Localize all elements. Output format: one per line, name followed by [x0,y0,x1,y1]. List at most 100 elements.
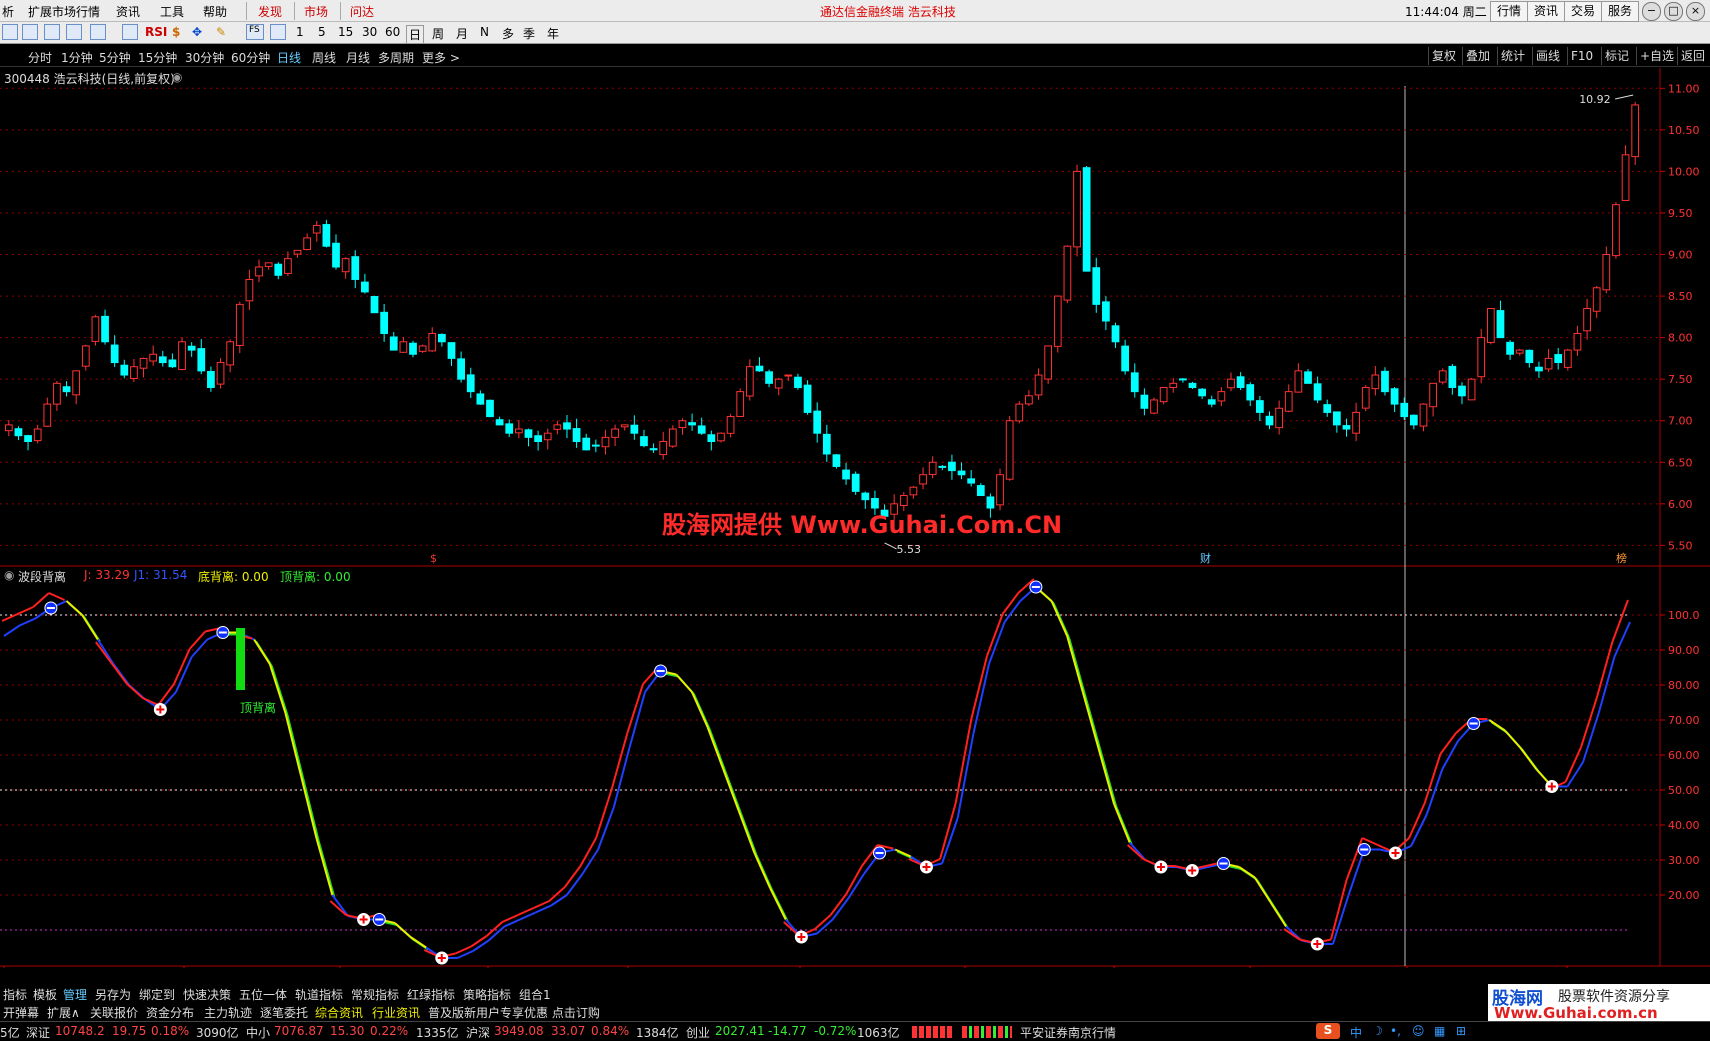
smile-icon[interactable]: ☺ [1412,1024,1425,1038]
related-quote[interactable]: 关联报价 [90,1004,138,1021]
danmaku-toggle[interactable]: 开弹幕 [3,1004,39,1021]
period-60[interactable]: 60 [385,25,400,39]
func-tab-five-in-one[interactable]: 五位一体 [239,986,287,1003]
indicator-dropdown-icon[interactable]: ◉ [4,568,14,582]
menu-item-analysis[interactable]: 析 [2,3,14,20]
industry-news[interactable]: 行业资讯 [372,1004,420,1021]
period-tab-more[interactable]: 更多 > [422,49,460,66]
func-tab-quick-decision[interactable]: 快速决策 [183,986,231,1003]
func-tab-common[interactable]: 常规指标 [351,986,399,1003]
period-day[interactable]: 日 [406,25,425,44]
period-tab-60min[interactable]: 60分钟 [231,49,270,66]
main-force-track[interactable]: 主力轨迹 [204,1004,252,1021]
rsi-button[interactable]: RSI [145,25,167,39]
period-tab-timeshare[interactable]: 分时 [28,49,52,66]
moon-icon[interactable]: ☽ [1372,1024,1383,1038]
cy-name[interactable]: 创业 [686,1024,710,1041]
quote-button[interactable]: 行情 [1490,1,1529,22]
func-tab-combo[interactable]: 组合1 [519,986,551,1003]
period-year[interactable]: 年 [547,25,559,42]
menu-item-tools[interactable]: 工具 [160,3,184,20]
dropdown-icon[interactable]: ◉ [172,70,182,84]
general-news[interactable]: 综合资讯 [315,1004,363,1021]
service-button[interactable]: 服务 [1601,1,1640,22]
period-tab-1min[interactable]: 1分钟 [61,49,93,66]
func-tab-track[interactable]: 轨道指标 [295,986,343,1003]
nav-market[interactable]: 市场 [304,3,328,20]
func-tab-manage[interactable]: 管理 [63,986,87,1003]
brand-banner[interactable]: 股海网 股票软件资源分享 Www.Guhai.com.cn [1488,984,1710,1024]
grid-menu-icon[interactable]: ⊞ [1456,1024,1466,1038]
trade-button[interactable]: 交易 [1564,1,1603,22]
indicator-name[interactable]: 波段背离 [18,568,66,585]
punct-icon[interactable]: •, [1390,1024,1401,1038]
circle-icon[interactable] [90,24,106,40]
tick-orders[interactable]: 逐笔委托 [260,1004,308,1021]
period-5[interactable]: 5 [318,25,326,39]
sz-name[interactable]: 深证 [26,1024,50,1041]
menu-item-news[interactable]: 资讯 [116,3,140,20]
func-tab-template[interactable]: 模板 [33,986,57,1003]
adjust-button[interactable]: 复权 [1428,47,1459,65]
hs-name[interactable]: 沪深 [466,1024,490,1041]
period-n[interactable]: N [480,25,489,39]
chart-icon[interactable] [122,24,138,40]
func-tab-bind[interactable]: 绑定到 [139,986,175,1003]
stats-button[interactable]: 统计 [1497,47,1528,65]
menu-item-help[interactable]: 帮助 [203,3,227,20]
period-week[interactable]: 周 [432,25,444,42]
period-tab-5min[interactable]: 5分钟 [99,49,131,66]
pencil-icon[interactable]: ✎ [216,25,226,39]
period-30[interactable]: 30 [362,25,377,39]
period-quarter[interactable]: 季 [523,25,535,42]
report-icon[interactable] [22,24,38,40]
period-tab-15min[interactable]: 15分钟 [138,49,177,66]
back-button[interactable]: 返回 [1677,47,1708,65]
add-watchlist-button[interactable]: +自选 [1636,47,1677,65]
grid-icon[interactable] [2,24,18,40]
period-tab-day[interactable]: 日线 [277,49,301,66]
overlay-button[interactable]: 叠加 [1462,47,1493,65]
func-tab-saveas[interactable]: 另存为 [95,986,131,1003]
sogou-ime-icon[interactable]: S [1316,1023,1340,1039]
promo-link[interactable]: 普及版新用户专享优惠 点击订购 [428,1004,600,1021]
menu-item-extended-market[interactable]: 扩展市场行情 [28,3,100,20]
func-tab-strategy[interactable]: 策略指标 [463,986,511,1003]
period-1[interactable]: 1 [296,25,304,39]
ime-mode[interactable]: 中 [1350,1024,1362,1041]
mark-button[interactable]: 标记 [1601,47,1632,65]
event-marker-finance: 财 [1200,551,1211,565]
minimize-icon[interactable]: − [1642,2,1661,21]
keyboard-icon[interactable]: ▦ [1434,1024,1445,1038]
period-month[interactable]: 月 [456,25,468,42]
period-tab-multi[interactable]: 多周期 [378,49,414,66]
move-icon[interactable]: ✥ [192,25,202,39]
candle-body [1044,345,1053,380]
func-tab-indicator[interactable]: 指标 [3,986,27,1003]
nav-discover[interactable]: 发现 [258,3,282,20]
period-multi[interactable]: 多 [502,25,514,42]
nav-wenda[interactable]: 问达 [350,3,374,20]
close-icon[interactable]: × [1686,2,1705,21]
indicator-bottom-div: 底背离: 0.00 [198,570,269,584]
draw-button[interactable]: 画线 [1532,47,1563,65]
candle-body [1130,372,1139,393]
j1-rising-segment [472,939,490,952]
period-15[interactable]: 15 [338,25,353,39]
restore-icon[interactable]: □ [1664,2,1683,21]
func-tab-red-green[interactable]: 红绿指标 [407,986,455,1003]
f10-button[interactable]: F10 [1567,47,1596,65]
image-icon[interactable] [270,24,286,40]
period-tab-30min[interactable]: 30分钟 [185,49,224,66]
candle-body [1361,386,1370,409]
fund-distribution[interactable]: 资金分布 [146,1004,194,1021]
expand-toggle[interactable]: 扩展∧ [47,1004,80,1021]
f10-icon[interactable] [44,24,60,40]
candle-body [1592,287,1601,312]
period-tab-month[interactable]: 月线 [346,49,370,66]
money-icon[interactable] [66,24,82,40]
zx-name[interactable]: 中小 [246,1024,270,1041]
info-button[interactable]: 资讯 [1527,1,1566,22]
period-tab-week[interactable]: 周线 [312,49,336,66]
dollar-icon[interactable]: $ [172,25,180,39]
